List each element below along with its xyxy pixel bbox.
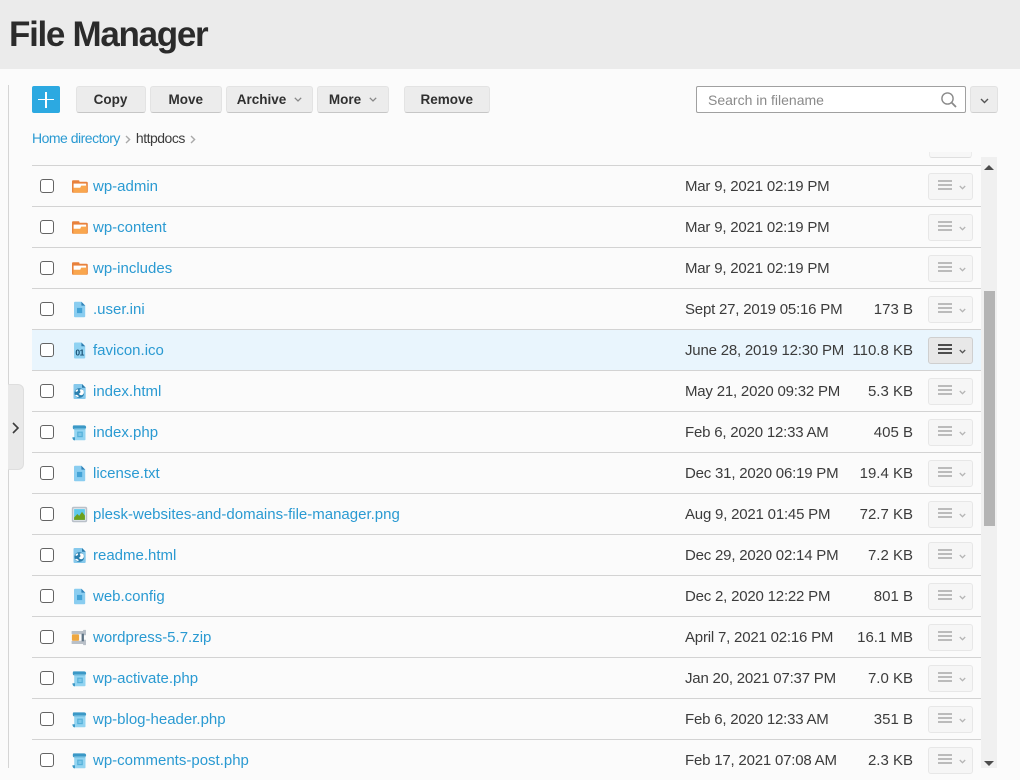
svg-text:01: 01 [75, 348, 84, 358]
